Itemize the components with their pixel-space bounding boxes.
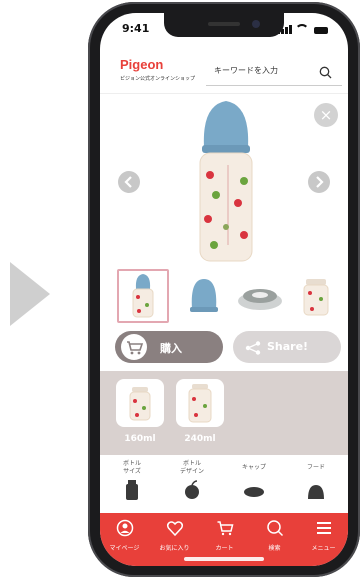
search-icon[interactable] [319, 64, 332, 83]
app-screen: 9:41 Pigeon ピジョン公式オンラインショップ × [100, 13, 348, 566]
brand-logo[interactable]: Pigeon [120, 57, 163, 72]
tab-label: カート [215, 545, 234, 552]
chevron-left-icon [124, 176, 132, 188]
tab-favorites[interactable]: お気に入り [150, 519, 199, 552]
category-nav: ボトル サイズ ボトル デザイン キャップ フード [100, 459, 348, 513]
tab-label: お気に入り [159, 545, 190, 552]
tab-mypage[interactable]: マイページ [100, 519, 149, 552]
category-label: ボトル デザイン [179, 460, 204, 475]
size-option-160[interactable] [116, 379, 164, 427]
buy-button[interactable]: 購入 [115, 331, 223, 363]
next-image-button[interactable] [308, 171, 330, 193]
cap-icon [244, 487, 264, 497]
size-label-240: 240ml [184, 434, 216, 444]
tab-menu[interactable]: メニュー [299, 519, 348, 552]
wifi-icon [295, 24, 309, 34]
prev-image-button[interactable] [118, 171, 140, 193]
tab-label: 検索 [268, 545, 281, 552]
close-icon: × [319, 106, 333, 124]
search-icon [266, 520, 283, 537]
decorative-arrow [10, 262, 50, 326]
apple-icon [185, 480, 199, 499]
category-bottle-design[interactable]: ボトル デザイン [162, 459, 222, 505]
search-input[interactable] [214, 66, 314, 75]
menu-icon [316, 522, 331, 534]
action-buttons: 購入 Share! [100, 331, 348, 365]
battery-icon [314, 27, 328, 34]
thumbnail-bottle-full[interactable] [117, 269, 169, 323]
category-label: キャップ [241, 464, 266, 471]
status-icons [277, 24, 328, 34]
size-label-160: 160ml [124, 434, 156, 444]
home-indicator [184, 557, 264, 561]
notch [164, 13, 284, 37]
size-option-240[interactable] [176, 379, 224, 427]
thumbnail-cap[interactable] [178, 269, 230, 323]
thumbnail-strip [100, 269, 348, 325]
product-main-image [199, 101, 253, 262]
app-header: Pigeon ピジョン公式オンラインショップ [100, 47, 348, 94]
chevron-right-icon [316, 176, 324, 188]
tab-search[interactable]: 検索 [250, 519, 299, 552]
share-label: Share! [267, 340, 309, 353]
hood-icon [308, 485, 324, 499]
brand-subtitle: ピジョン公式オンラインショップ [120, 76, 196, 82]
share-icon [245, 340, 261, 359]
tab-label: マイページ [109, 545, 140, 552]
buy-label: 購入 [160, 342, 182, 355]
share-button[interactable]: Share! [233, 331, 341, 363]
status-time: 9:41 [122, 22, 150, 35]
tab-cart[interactable]: カート [200, 519, 249, 552]
cart-icon [121, 334, 147, 360]
product-viewer: × [100, 95, 348, 267]
category-cap[interactable]: キャップ [224, 459, 284, 505]
category-label: ボトル サイズ [122, 460, 141, 475]
bottle-size-icon [126, 480, 138, 500]
category-bottle-size[interactable]: ボトル サイズ [102, 459, 162, 505]
tab-label: メニュー [311, 545, 336, 552]
cart-icon [217, 521, 233, 536]
category-label: フード [306, 464, 325, 471]
thumbnail-ring[interactable] [234, 269, 286, 323]
close-button[interactable]: × [314, 103, 338, 127]
user-icon [116, 519, 133, 537]
category-hood[interactable]: フード [286, 459, 346, 505]
heart-icon [166, 521, 183, 537]
thumbnail-bottle-body[interactable] [290, 269, 342, 323]
phone-frame: 9:41 Pigeon ピジョン公式オンラインショップ × [88, 2, 360, 577]
search-box[interactable] [206, 59, 342, 86]
size-selector: 160ml 240ml [100, 371, 348, 455]
